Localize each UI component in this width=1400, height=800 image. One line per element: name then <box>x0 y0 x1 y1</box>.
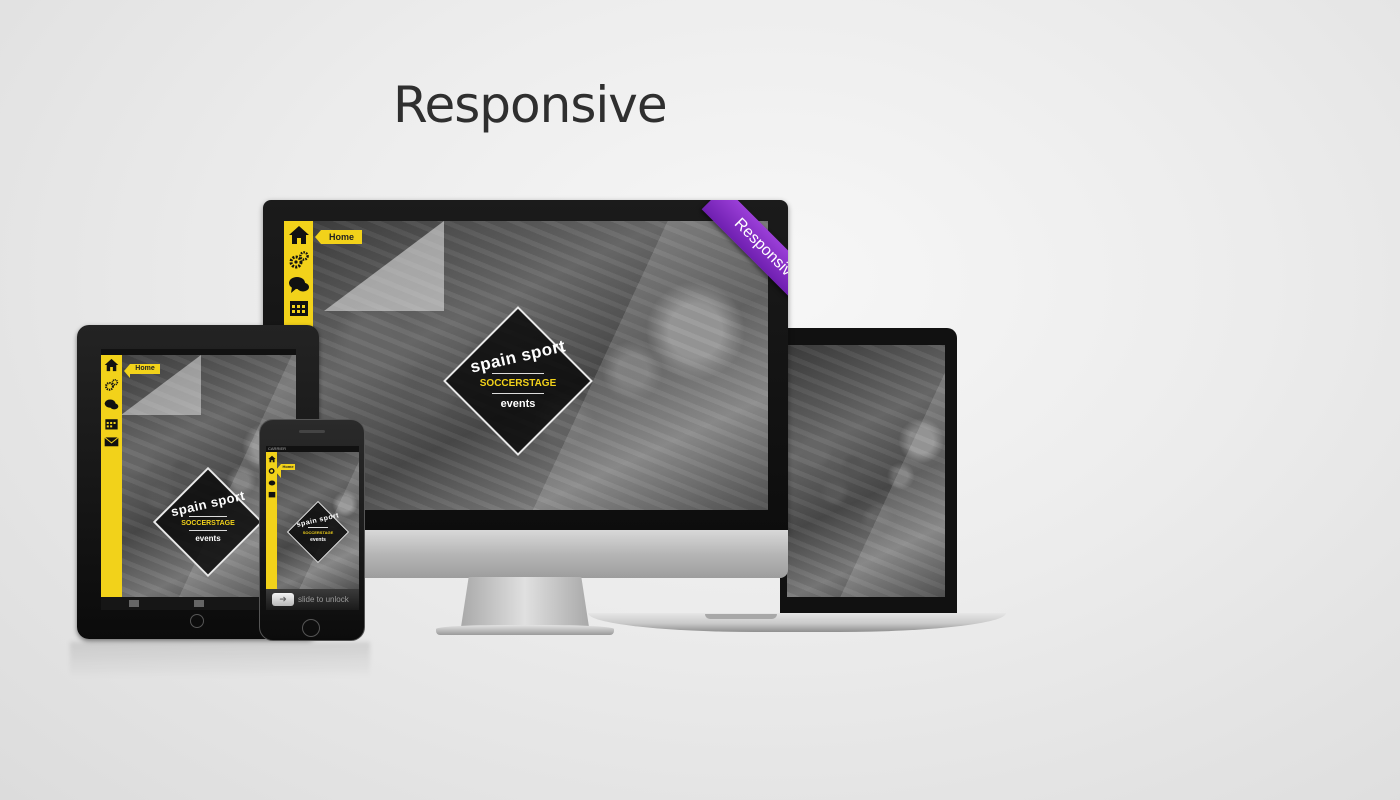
macbook-notch <box>705 614 777 619</box>
brand-events: events <box>310 537 326 543</box>
logo-rule-bottom <box>189 530 227 531</box>
brand-subtitle: SOCCERSTAGE <box>181 520 235 527</box>
iphone-speaker <box>299 430 325 433</box>
logo-rule-top <box>492 373 544 374</box>
imac-stand <box>461 577 589 627</box>
logo-rule-top <box>189 516 227 517</box>
gears-icon[interactable] <box>104 378 119 392</box>
ribbon-label: Responsive <box>701 200 788 305</box>
responsive-ribbon: Responsive <box>683 200 788 305</box>
brand-subtitle: SOCCERSTAGE <box>302 530 334 535</box>
device-reflection <box>70 642 370 678</box>
calendar-icon[interactable] <box>268 491 276 498</box>
logo-rule-top <box>308 527 328 528</box>
brand-subtitle: SOCCERSTAGE <box>479 378 557 389</box>
iphone-home-button[interactable] <box>302 619 320 637</box>
calendar-icon[interactable] <box>288 300 310 316</box>
home-icon[interactable] <box>104 358 119 372</box>
home-icon[interactable] <box>267 455 276 463</box>
macbook-screen <box>787 345 945 597</box>
ipad-home-button[interactable] <box>190 614 204 628</box>
logo-rule-bottom <box>492 393 544 394</box>
ipad-sidebar <box>101 355 122 597</box>
iphone-screen: Home spain sport SOCCERSTAGE events <box>266 452 359 589</box>
imac-stand-foot <box>436 625 614 635</box>
ipad-tab-icon[interactable] <box>128 600 139 607</box>
macbook-glare <box>787 345 945 597</box>
mail-icon[interactable] <box>104 436 119 447</box>
home-icon[interactable] <box>288 225 310 245</box>
unlock-slider-knob[interactable]: ➜ <box>272 593 294 606</box>
macbook-base <box>588 613 1006 632</box>
iphone-logo: spain sport SOCCERSTAGE events <box>292 512 344 543</box>
chat-icon[interactable] <box>288 275 310 295</box>
calendar-icon[interactable] <box>104 418 119 430</box>
ipad-tab-icon[interactable] <box>193 600 204 607</box>
brand-events: events <box>195 534 221 543</box>
chat-icon[interactable] <box>268 479 276 487</box>
chat-icon[interactable] <box>104 398 119 412</box>
imac-logo: spain sport SOCCERSTAGE events <box>458 336 578 410</box>
ipad-home-tab[interactable]: Home <box>124 364 160 378</box>
imac-home-tab[interactable]: Home <box>315 230 362 244</box>
unlock-slider-label: slide to unlock <box>298 595 349 604</box>
iphone-home-tab[interactable]: Home <box>275 464 295 478</box>
gears-icon[interactable] <box>288 250 310 270</box>
brand-events: events <box>500 398 536 410</box>
page-heading: Responsive <box>393 76 668 134</box>
ipad-logo: spain sport SOCCERSTAGE events <box>163 488 253 543</box>
